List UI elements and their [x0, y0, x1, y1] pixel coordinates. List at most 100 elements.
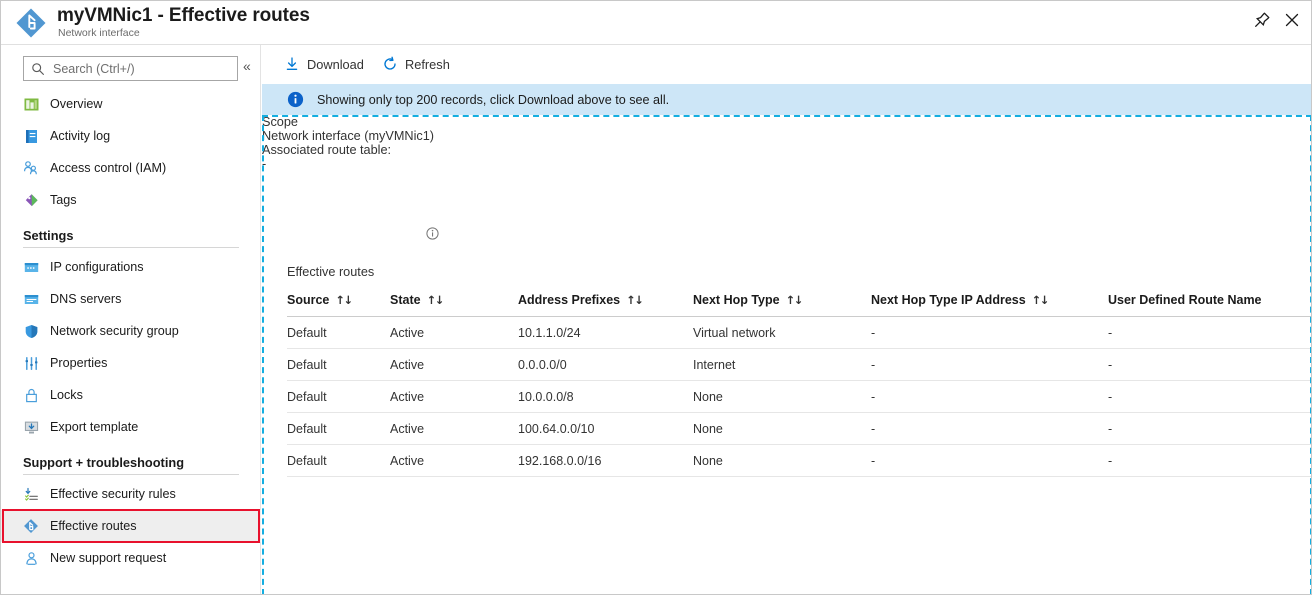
cell-udr-name: - — [1108, 317, 1312, 349]
table-row[interactable]: Default Active 192.168.0.0/16 None - - — [287, 445, 1312, 477]
info-banner-text: Showing only top 200 records, click Down… — [317, 93, 669, 107]
download-button[interactable]: Download — [283, 54, 364, 74]
table-row[interactable]: Default Active 10.1.1.0/24 Virtual netwo… — [287, 317, 1312, 349]
sidebar-item-ip-configurations[interactable]: IP configurations — [1, 251, 261, 283]
column-label[interactable]: State — [390, 293, 421, 307]
refresh-button[interactable]: Refresh — [381, 54, 450, 74]
info-banner: Showing only top 200 records, click Down… — [262, 84, 1312, 115]
sidebar-item-label: Network security group — [50, 324, 179, 338]
ip-configurations-icon — [23, 259, 39, 275]
sidebar-nav-list: Overview Activity log — [1, 88, 261, 574]
sort-icon[interactable]: ↑↓ — [626, 293, 642, 307]
sidebar-item-label: Overview — [50, 97, 102, 111]
cell-state: Active — [390, 445, 518, 477]
sidebar-item-label: IP configurations — [50, 260, 144, 274]
refresh-label: Refresh — [405, 57, 450, 72]
table-header-row: Source ↑↓ State ↑↓ Addre — [287, 293, 1312, 317]
export-template-icon — [23, 419, 39, 435]
cell-address-prefixes: 192.168.0.0/16 — [518, 445, 693, 477]
cell-udr-name: - — [1108, 445, 1312, 477]
scope-label: Scope — [262, 115, 1312, 129]
cell-address-prefixes: 10.0.0.0/8 — [518, 381, 693, 413]
cell-source: Default — [287, 349, 390, 381]
sidebar-item-new-support-request[interactable]: New support request — [1, 542, 261, 574]
page-subtitle: Network interface — [58, 27, 140, 39]
column-header-user-defined-route-name[interactable]: User Defined Route Name — [1108, 293, 1312, 317]
sidebar-item-access-control[interactable]: Access control (IAM) — [1, 152, 261, 184]
sidebar-item-activity-log[interactable]: Activity log — [1, 120, 261, 152]
sort-icon[interactable]: ↑↓ — [427, 293, 443, 307]
sort-icon[interactable]: ↑↓ — [786, 293, 802, 307]
table-row[interactable]: Default Active 0.0.0.0/0 Internet - - — [287, 349, 1312, 381]
cell-address-prefixes: 100.64.0.0/10 — [518, 413, 693, 445]
cell-state: Active — [390, 317, 518, 349]
table-row[interactable]: Default Active 100.64.0.0/10 None - - — [287, 413, 1312, 445]
sidebar-item-effective-routes[interactable]: Effective routes — [1, 510, 261, 542]
lock-icon — [23, 387, 39, 403]
column-label[interactable]: Next Hop Type IP Address — [871, 293, 1026, 307]
sidebar-item-dns-servers[interactable]: DNS servers — [1, 283, 261, 315]
associated-route-table-label: Associated route table: — [262, 143, 1312, 157]
table-body: Default Active 10.1.1.0/24 Virtual netwo… — [287, 317, 1312, 477]
cell-source: Default — [287, 413, 390, 445]
search-box[interactable] — [23, 56, 238, 81]
sidebar: « Overview — [1, 45, 261, 595]
sidebar-item-effective-security-rules[interactable]: Effective security rules — [1, 478, 261, 510]
cell-next-hop-type: Virtual network — [693, 317, 871, 349]
sidebar-item-overview[interactable]: Overview — [1, 88, 261, 120]
column-label[interactable]: Source — [287, 293, 329, 307]
blade-header: myVMNic1 - Effective routes Network inte… — [1, 1, 1312, 45]
sidebar-item-label: Access control (IAM) — [50, 161, 166, 175]
column-header-next-hop-type[interactable]: Next Hop Type ↑↓ — [693, 293, 871, 317]
cell-udr-name: - — [1108, 349, 1312, 381]
column-header-next-hop-type-ip-address[interactable]: Next Hop Type IP Address ↑↓ — [871, 293, 1108, 317]
search-input[interactable] — [51, 57, 233, 80]
effective-routes-icon — [23, 518, 39, 534]
cell-next-hop-ip: - — [871, 413, 1108, 445]
cell-address-prefixes: 10.1.1.0/24 — [518, 317, 693, 349]
sidebar-item-tags[interactable]: Tags — [1, 184, 261, 216]
tags-icon — [23, 192, 39, 208]
sidebar-item-locks[interactable]: Locks — [1, 379, 261, 411]
cell-next-hop-type: None — [693, 381, 871, 413]
cell-address-prefixes: 0.0.0.0/0 — [518, 349, 693, 381]
effective-security-rules-icon — [23, 486, 39, 502]
section-divider — [23, 247, 239, 248]
cell-next-hop-type: None — [693, 413, 871, 445]
overview-icon — [23, 96, 39, 112]
column-label[interactable]: Address Prefixes — [518, 293, 620, 307]
sort-icon[interactable]: ↑↓ — [1032, 293, 1048, 307]
table-row[interactable]: Default Active 10.0.0.0/8 None - - — [287, 381, 1312, 413]
info-circle-icon[interactable] — [426, 227, 439, 240]
download-label: Download — [307, 57, 364, 72]
cell-state: Active — [390, 381, 518, 413]
effective-routes-table: Source ↑↓ State ↑↓ Addre — [287, 293, 1312, 477]
page-title: myVMNic1 - Effective routes — [57, 5, 310, 27]
column-header-address-prefixes[interactable]: Address Prefixes ↑↓ — [518, 293, 693, 317]
sort-icon[interactable]: ↑↓ — [335, 293, 351, 307]
sidebar-item-label: Activity log — [50, 129, 110, 143]
sidebar-item-label: Tags — [50, 193, 77, 207]
sidebar-item-network-security-group[interactable]: Network security group — [1, 315, 261, 347]
column-header-state[interactable]: State ↑↓ — [390, 293, 518, 317]
cell-udr-name: - — [1108, 381, 1312, 413]
cell-udr-name: - — [1108, 413, 1312, 445]
pin-icon[interactable] — [1251, 9, 1273, 31]
column-label[interactable]: Next Hop Type — [693, 293, 780, 307]
support-request-icon — [23, 550, 39, 566]
search-icon — [31, 62, 45, 76]
sidebar-item-properties[interactable]: Properties — [1, 347, 261, 379]
cell-source: Default — [287, 317, 390, 349]
collapse-sidebar-button[interactable]: « — [243, 59, 251, 73]
cell-source: Default — [287, 381, 390, 413]
route-diamond-icon — [14, 6, 48, 40]
close-icon[interactable] — [1281, 9, 1303, 31]
download-icon — [283, 56, 300, 73]
sidebar-item-export-template[interactable]: Export template — [1, 411, 261, 443]
sidebar-item-label: DNS servers — [50, 292, 121, 306]
shield-icon — [23, 323, 39, 339]
info-icon — [287, 91, 304, 108]
column-header-source[interactable]: Source ↑↓ — [287, 293, 390, 317]
column-label[interactable]: User Defined Route Name — [1108, 293, 1262, 307]
sidebar-item-label: Effective security rules — [50, 487, 176, 501]
